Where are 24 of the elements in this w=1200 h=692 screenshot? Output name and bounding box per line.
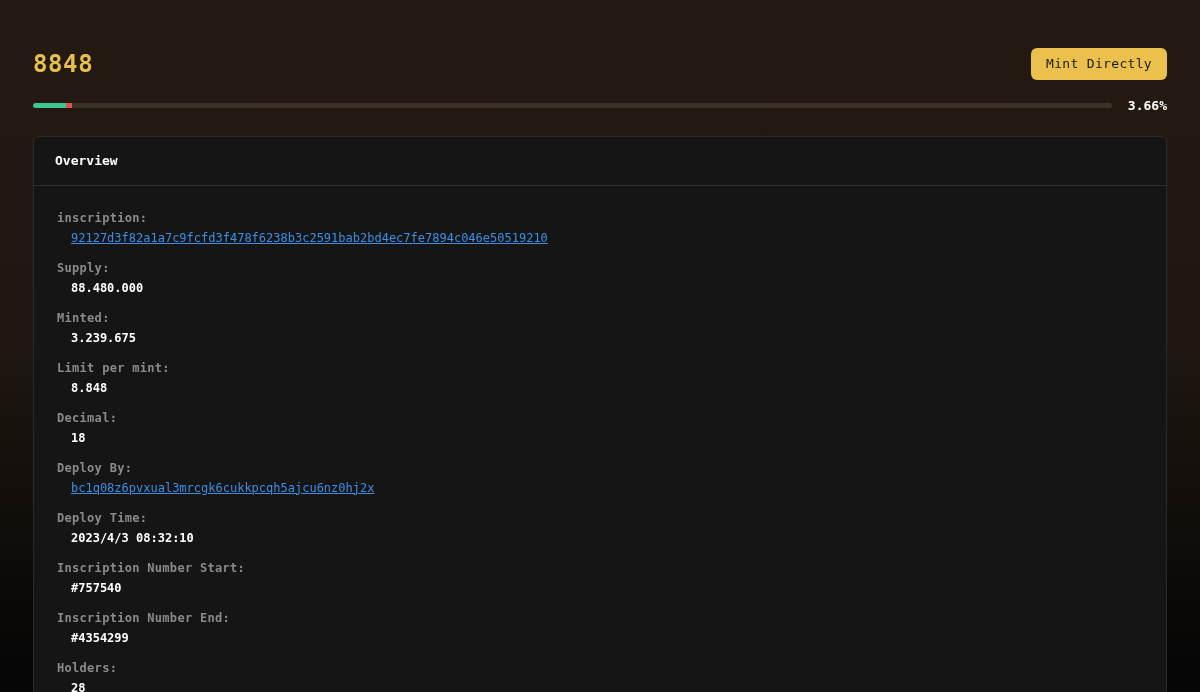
field-value: #757540 xyxy=(71,579,123,596)
field-label: Minted: xyxy=(57,309,111,326)
field-value: 8.848 xyxy=(71,379,109,396)
field-label: Deploy Time: xyxy=(57,509,149,526)
field-link[interactable]: bc1q08z6pvxual3mrcgk6cukkpcqh5ajcu6nz0hj2x xyxy=(71,479,375,496)
field-value: #4354299 xyxy=(71,629,130,646)
field-value: 18 xyxy=(71,429,87,446)
field-value: 3.239.675 xyxy=(71,329,138,346)
field-label: Limit per mint: xyxy=(57,359,171,376)
field-label: Inscription Number End: xyxy=(57,609,232,626)
field-value: 2023/4/3 08:32:10 xyxy=(71,529,195,546)
field-label: Deploy By: xyxy=(57,459,134,476)
progress-percent: 3.66% xyxy=(1127,97,1167,115)
field-label: Inscription Number Start: xyxy=(57,559,247,576)
overview-title: Overview xyxy=(55,151,118,170)
mint-directly-button[interactable]: Mint Directly xyxy=(1031,48,1167,80)
field-label: Decimal: xyxy=(57,409,119,426)
field-label: Holders: xyxy=(57,659,119,676)
field-value: 88.480.000 xyxy=(71,279,145,296)
field-link[interactable]: 92127d3f82a1a7c9fcfd3f478f6238b3c2591bab2bd4ec7fe7894c046e50519210 xyxy=(71,229,548,246)
field-label: Supply: xyxy=(57,259,111,276)
token-title: 8848 xyxy=(33,49,94,80)
field-label: inscription: xyxy=(57,209,149,226)
field-value: 28 xyxy=(71,679,87,692)
